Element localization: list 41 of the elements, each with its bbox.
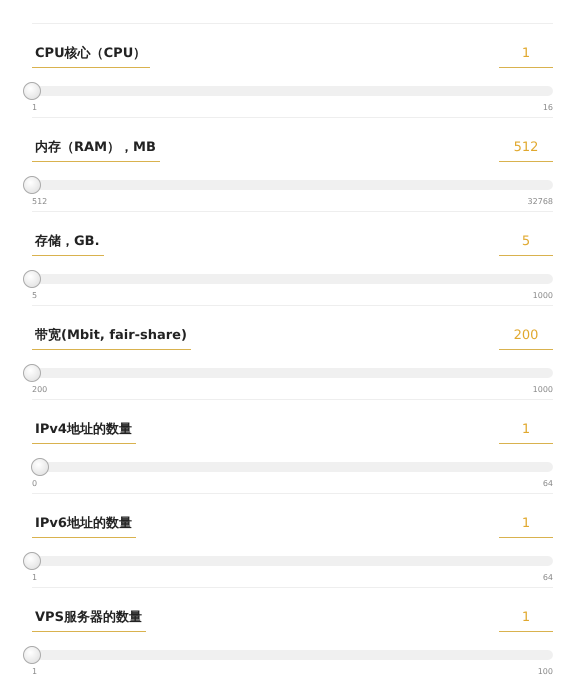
min-label: 1 bbox=[32, 573, 38, 582]
value-field[interactable]: 1 bbox=[499, 422, 553, 444]
value-field[interactable]: 1 bbox=[499, 610, 553, 632]
slider[interactable] bbox=[23, 176, 553, 194]
min-label: 512 bbox=[32, 197, 48, 206]
min-label: 200 bbox=[32, 385, 48, 394]
min-label: 5 bbox=[32, 291, 38, 300]
slider[interactable] bbox=[23, 82, 553, 100]
max-label: 64 bbox=[542, 479, 553, 488]
slider[interactable] bbox=[23, 552, 553, 570]
parameter-label: CPU核心（CPU） bbox=[32, 44, 150, 68]
parameter-label: IPv4地址的数量 bbox=[32, 420, 136, 444]
slider-thumb[interactable] bbox=[23, 176, 41, 194]
parameter-label: 内存（RAM），MB bbox=[32, 138, 160, 162]
min-label: 1 bbox=[32, 667, 38, 676]
value-field[interactable]: 5 bbox=[499, 234, 553, 256]
slider-thumb[interactable] bbox=[23, 270, 41, 288]
slider-thumb[interactable] bbox=[23, 552, 41, 570]
max-label: 16 bbox=[542, 103, 553, 112]
parameter-label: 存储，GB. bbox=[32, 232, 104, 256]
max-label: 64 bbox=[542, 573, 553, 582]
min-label: 0 bbox=[32, 479, 38, 488]
slider[interactable] bbox=[23, 270, 553, 288]
min-label: 1 bbox=[32, 103, 38, 112]
value-field[interactable]: 200 bbox=[499, 328, 553, 350]
max-label: 32768 bbox=[528, 197, 553, 206]
slider-thumb[interactable] bbox=[23, 646, 41, 664]
value-field[interactable]: 1 bbox=[499, 516, 553, 538]
max-label: 100 bbox=[538, 667, 553, 676]
slider-thumb[interactable] bbox=[31, 458, 50, 476]
parameter-label: 带宽(Mbit, fair-share) bbox=[32, 326, 191, 350]
value-field[interactable]: 1 bbox=[499, 46, 553, 68]
slider[interactable] bbox=[23, 364, 553, 382]
slider[interactable] bbox=[23, 646, 553, 664]
slider-thumb[interactable] bbox=[23, 364, 41, 382]
slider-thumb[interactable] bbox=[23, 82, 41, 100]
value-field[interactable]: 512 bbox=[499, 140, 553, 162]
parameter-label: IPv6地址的数量 bbox=[32, 514, 136, 538]
max-label: 1000 bbox=[532, 291, 553, 300]
max-label: 1000 bbox=[532, 385, 553, 394]
parameter-label: VPS服务器的数量 bbox=[32, 608, 146, 632]
